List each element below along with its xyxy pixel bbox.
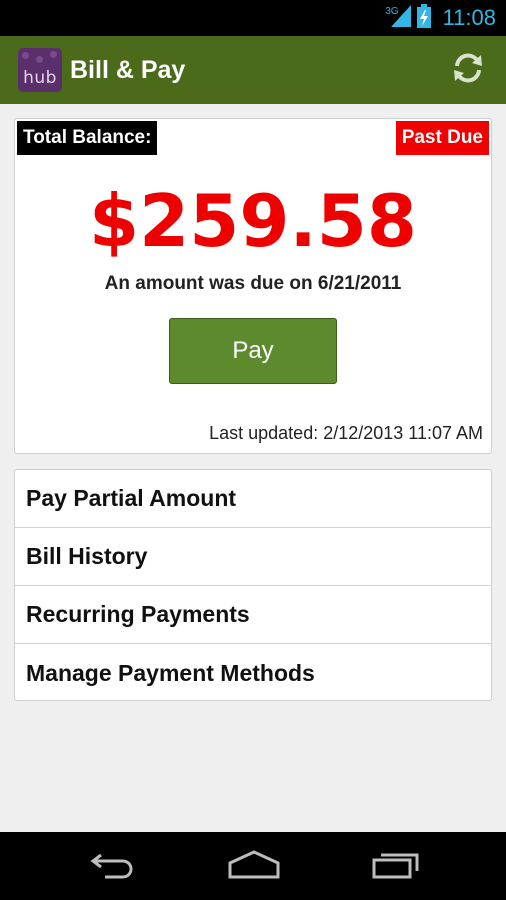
menu-item-pay-partial-amount[interactable]: Pay Partial Amount	[15, 470, 491, 528]
due-date-text: An amount was due on 6/21/2011	[104, 273, 402, 294]
status-bar: 3G 11:08	[0, 0, 506, 36]
refresh-icon	[451, 51, 485, 90]
recents-icon	[371, 849, 421, 884]
total-balance-label: Total Balance:	[17, 121, 158, 155]
back-button[interactable]	[84, 850, 140, 882]
menu-item-bill-history[interactable]: Bill History	[15, 528, 491, 586]
app-logo[interactable]: hub	[18, 48, 62, 92]
last-updated-text: Last updated: 2/12/2013 11:07 AM	[209, 423, 483, 443]
back-icon	[87, 849, 137, 884]
network-type-label: 3G	[385, 5, 399, 17]
menu-item-recurring-payments[interactable]: Recurring Payments	[15, 586, 491, 644]
pay-button[interactable]: Pay	[169, 318, 337, 384]
home-button[interactable]	[226, 849, 282, 884]
balance-card: Total Balance: Past Due $259.58 An amoun…	[14, 118, 492, 454]
recents-button[interactable]	[368, 850, 424, 882]
home-icon	[227, 849, 281, 884]
navigation-bar	[0, 832, 506, 900]
past-due-badge: Past Due	[395, 121, 489, 155]
action-bar: hub Bill & Pay	[0, 36, 506, 104]
battery-icon	[416, 3, 431, 33]
app-logo-text: hub	[23, 68, 57, 88]
status-time: 11:08	[442, 5, 496, 30]
balance-amount: $259.58	[89, 179, 417, 263]
menu-item-manage-payment-methods[interactable]: Manage Payment Methods	[15, 644, 491, 702]
payment-options-list: Pay Partial Amount Bill History Recurrin…	[14, 469, 492, 701]
refresh-button[interactable]	[450, 52, 486, 88]
page-title: Bill & Pay	[70, 55, 186, 84]
